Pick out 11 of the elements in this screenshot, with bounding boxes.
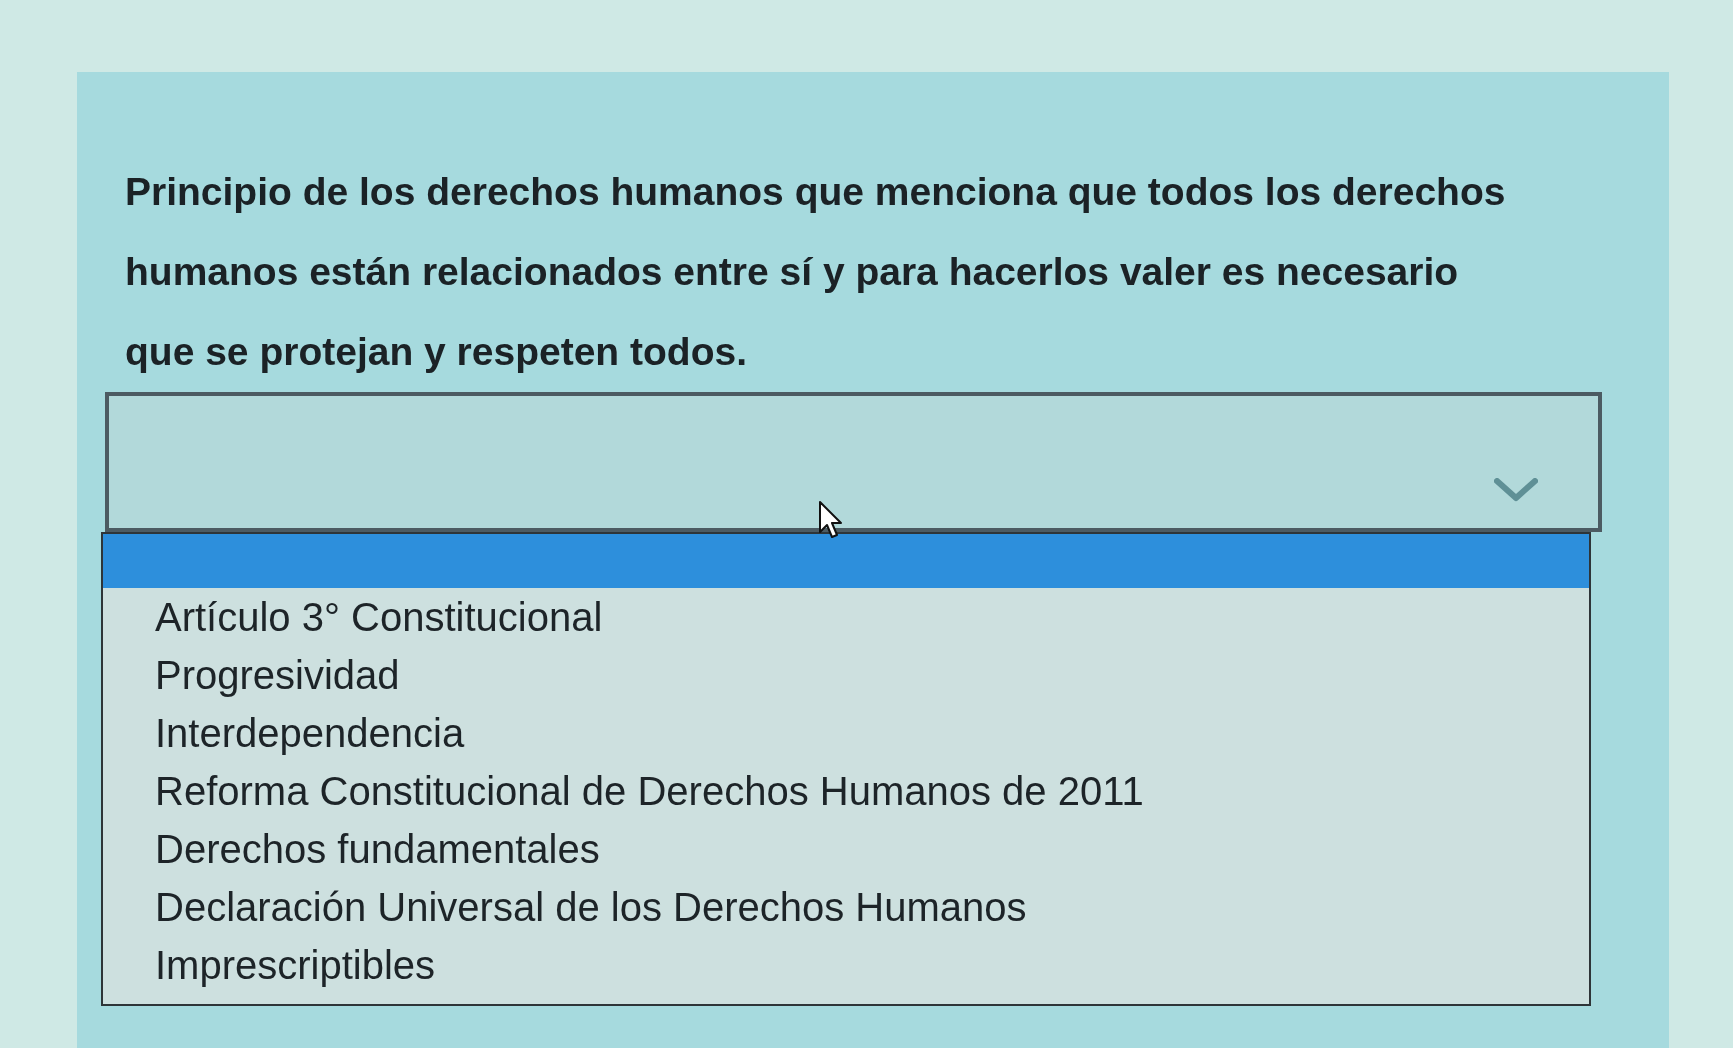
chevron-icon — [1494, 478, 1538, 502]
dropdown-option[interactable]: Progresividad — [103, 646, 1589, 704]
dropdown-option[interactable]: Reforma Constitucional de Derechos Humanos de 2011 — [103, 762, 1589, 820]
question-text: Principio de los derechos humanos que menciona que todos los derechos humanos están relacionados entre sí y para hacerlos valer es necesario que se protejan y respeten todos. — [125, 169, 1507, 375]
dropdown-option[interactable]: Imprescriptibles — [103, 936, 1589, 994]
dropdown-option[interactable]: Derechos fundamentales — [103, 820, 1589, 878]
select-field[interactable] — [105, 392, 1602, 532]
mouse-pointer-icon — [818, 500, 844, 540]
dropdown-option[interactable]: Declaración Universal de los Derechos Humanos — [103, 878, 1589, 936]
dropdown-option[interactable]: Artículo 3° Constitucional — [103, 588, 1589, 646]
dropdown-option[interactable]: Interdependencia — [103, 704, 1589, 762]
